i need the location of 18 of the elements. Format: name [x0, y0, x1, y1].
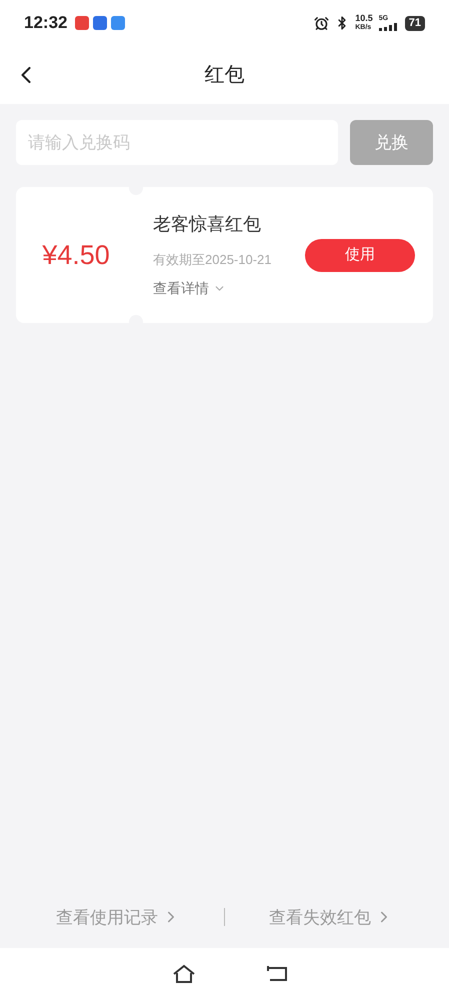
alarm-icon [314, 16, 330, 30]
battery-indicator: 71 [404, 16, 425, 30]
coupon-title: 老客惊喜红包 [153, 213, 262, 236]
use-button[interactable]: 使用 [305, 238, 415, 272]
page-title: 红包 [204, 63, 244, 88]
signal-icon [378, 23, 399, 31]
footer-link[interactable]: 查看使用记录 [56, 904, 180, 930]
coupon-amount: ¥4.50 [42, 238, 110, 272]
app-icon [93, 16, 108, 30]
expiry-date: 有效期至2025-10-21 [153, 251, 272, 270]
status-time: 12:32 [24, 12, 68, 34]
home-icon[interactable] [172, 964, 196, 984]
app-icon [111, 16, 126, 30]
network-speed: 10.5 [355, 14, 373, 23]
details-link[interactable]: 查看详情 [153, 278, 305, 299]
footer-link[interactable]: 查看失效红包 [269, 904, 393, 930]
app-icon [75, 16, 90, 30]
back-icon[interactable] [266, 965, 288, 983]
